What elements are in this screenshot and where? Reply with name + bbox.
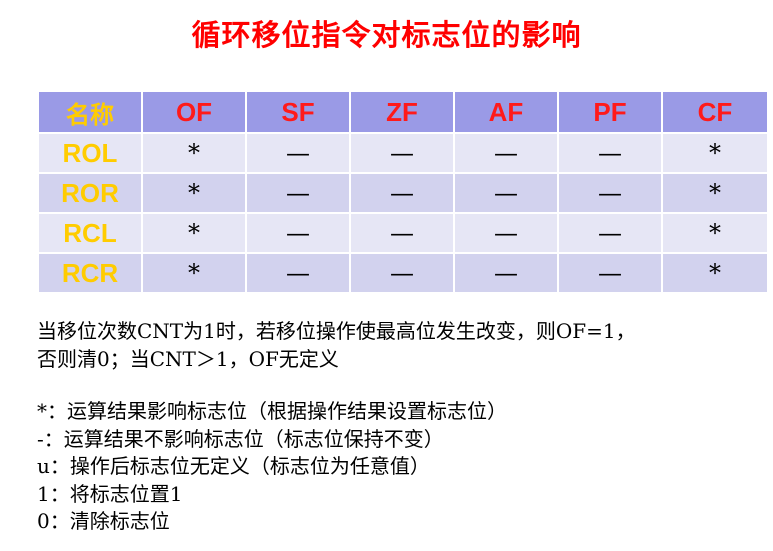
table-row: ROL * — — — — * <box>37 132 769 174</box>
flag-cell: * <box>661 252 769 294</box>
flag-cell: — <box>349 212 455 254</box>
flag-cell: * <box>141 252 247 294</box>
table-row: RCR * — — — — * <box>37 252 769 294</box>
flag-cell: — <box>245 212 351 254</box>
symbol-legend: *：运算结果影响标志位（根据操作结果设置标志位） -：运算结果不影响标志位（标志… <box>37 398 767 536</box>
page-title: 循环移位指令对标志位的影响 <box>191 18 582 52</box>
flag-cell: * <box>661 172 769 214</box>
flag-cell: — <box>557 252 663 294</box>
legend-item: u：操作后标志位无定义（标志位为任意值） <box>37 454 430 478</box>
flag-cell: * <box>141 132 247 174</box>
legend-item: 1：将标志位置1 <box>37 481 183 506</box>
header-cell-sf: SF <box>245 90 351 134</box>
flag-cell: — <box>245 132 351 174</box>
legend-item: *：运算结果影响标志位（根据操作结果设置标志位） <box>37 399 507 423</box>
header-cell-pf: PF <box>557 90 663 134</box>
flag-cell: — <box>557 212 663 254</box>
flag-cell: * <box>141 172 247 214</box>
legend-item: 0：清除标志位 <box>37 509 170 533</box>
table-row: RCL * — — — — * <box>37 212 769 254</box>
flag-cell: — <box>245 172 351 214</box>
header-cell-name: 名称 <box>37 90 143 134</box>
header-cell-cf: CF <box>661 90 769 134</box>
legend-item: -：运算结果不影响标志位（标志位保持不变） <box>37 426 444 451</box>
flag-cell: — <box>453 172 559 214</box>
flag-cell: — <box>349 252 455 294</box>
flag-cell: — <box>349 172 455 214</box>
flag-cell: — <box>453 212 559 254</box>
row-name-cell: RCL <box>37 212 143 254</box>
table-header-row: 名称 OF SF ZF AF PF CF <box>37 90 769 134</box>
flag-cell: — <box>453 252 559 294</box>
flag-cell: * <box>661 132 769 174</box>
row-name-cell: ROL <box>37 132 143 174</box>
table-row: ROR * — — — — * <box>37 172 769 214</box>
header-cell-zf: ZF <box>349 90 455 134</box>
note-line: 当移位次数CNT为1时，若移位操作使最高位发生改变，则OF=1， <box>37 319 636 343</box>
flag-cell: — <box>453 132 559 174</box>
flag-cell: — <box>557 172 663 214</box>
note-line: 否则清0；当CNT＞1，OF无定义 <box>37 347 339 371</box>
flag-cell: * <box>661 212 769 254</box>
flags-table: 名称 OF SF ZF AF PF CF ROL * — — — — * ROR… <box>37 90 769 294</box>
flag-cell: — <box>349 132 455 174</box>
flag-cell: — <box>245 252 351 294</box>
flag-cell: * <box>141 212 247 254</box>
row-name-cell: ROR <box>37 172 143 214</box>
header-cell-of: OF <box>141 90 247 134</box>
flag-cell: — <box>557 132 663 174</box>
header-cell-af: AF <box>453 90 559 134</box>
overflow-flag-note: 当移位次数CNT为1时，若移位操作使最高位发生改变，则OF=1， 否则清0；当C… <box>37 317 767 373</box>
row-name-cell: RCR <box>37 252 143 294</box>
